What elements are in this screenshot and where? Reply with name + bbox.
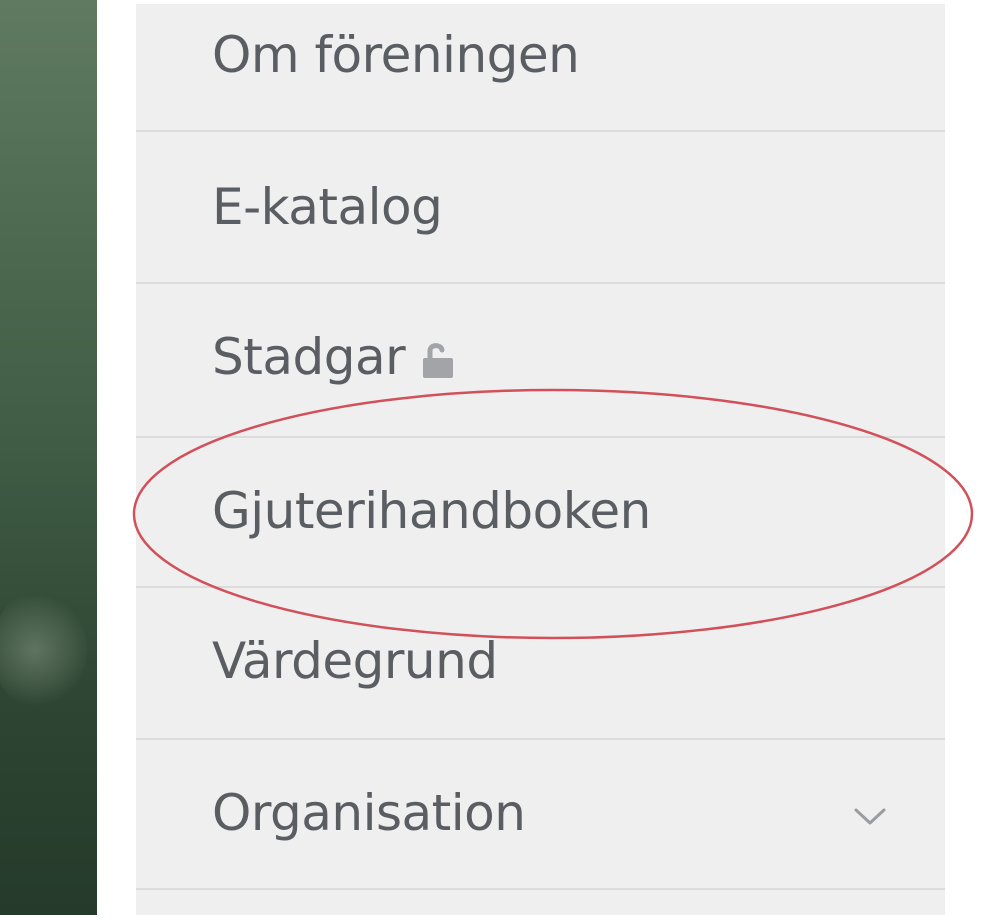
menu-item-label: Stadgar xyxy=(212,328,406,386)
side-menu: Om föreningen E-katalog Stadgar Gjuterih… xyxy=(136,0,945,915)
menu-item-label: Värdegrund xyxy=(212,632,498,690)
menu-item-label: Organisation xyxy=(212,784,526,842)
lock-icon xyxy=(421,340,457,380)
menu-item-vardegrund[interactable]: Värdegrund xyxy=(136,588,945,740)
menu-item-label: Om föreningen xyxy=(212,26,580,84)
menu-item-om-foreningen[interactable]: Om föreningen xyxy=(136,4,945,132)
menu-item-stadgar[interactable]: Stadgar xyxy=(136,284,945,438)
menu-item-label: Gjuterihandboken xyxy=(212,482,651,540)
page-margin-right xyxy=(945,0,1000,915)
bokeh-light xyxy=(0,590,87,710)
menu-item-label: E-katalog xyxy=(212,178,443,236)
chevron-down-icon[interactable] xyxy=(853,806,887,828)
menu-item-e-katalog[interactable]: E-katalog xyxy=(136,132,945,284)
menu-item-organisation[interactable]: Organisation xyxy=(136,740,945,890)
background-photo xyxy=(0,0,97,915)
page-gap xyxy=(97,0,136,915)
menu-item-gjuterihandboken[interactable]: Gjuterihandboken xyxy=(136,438,945,588)
